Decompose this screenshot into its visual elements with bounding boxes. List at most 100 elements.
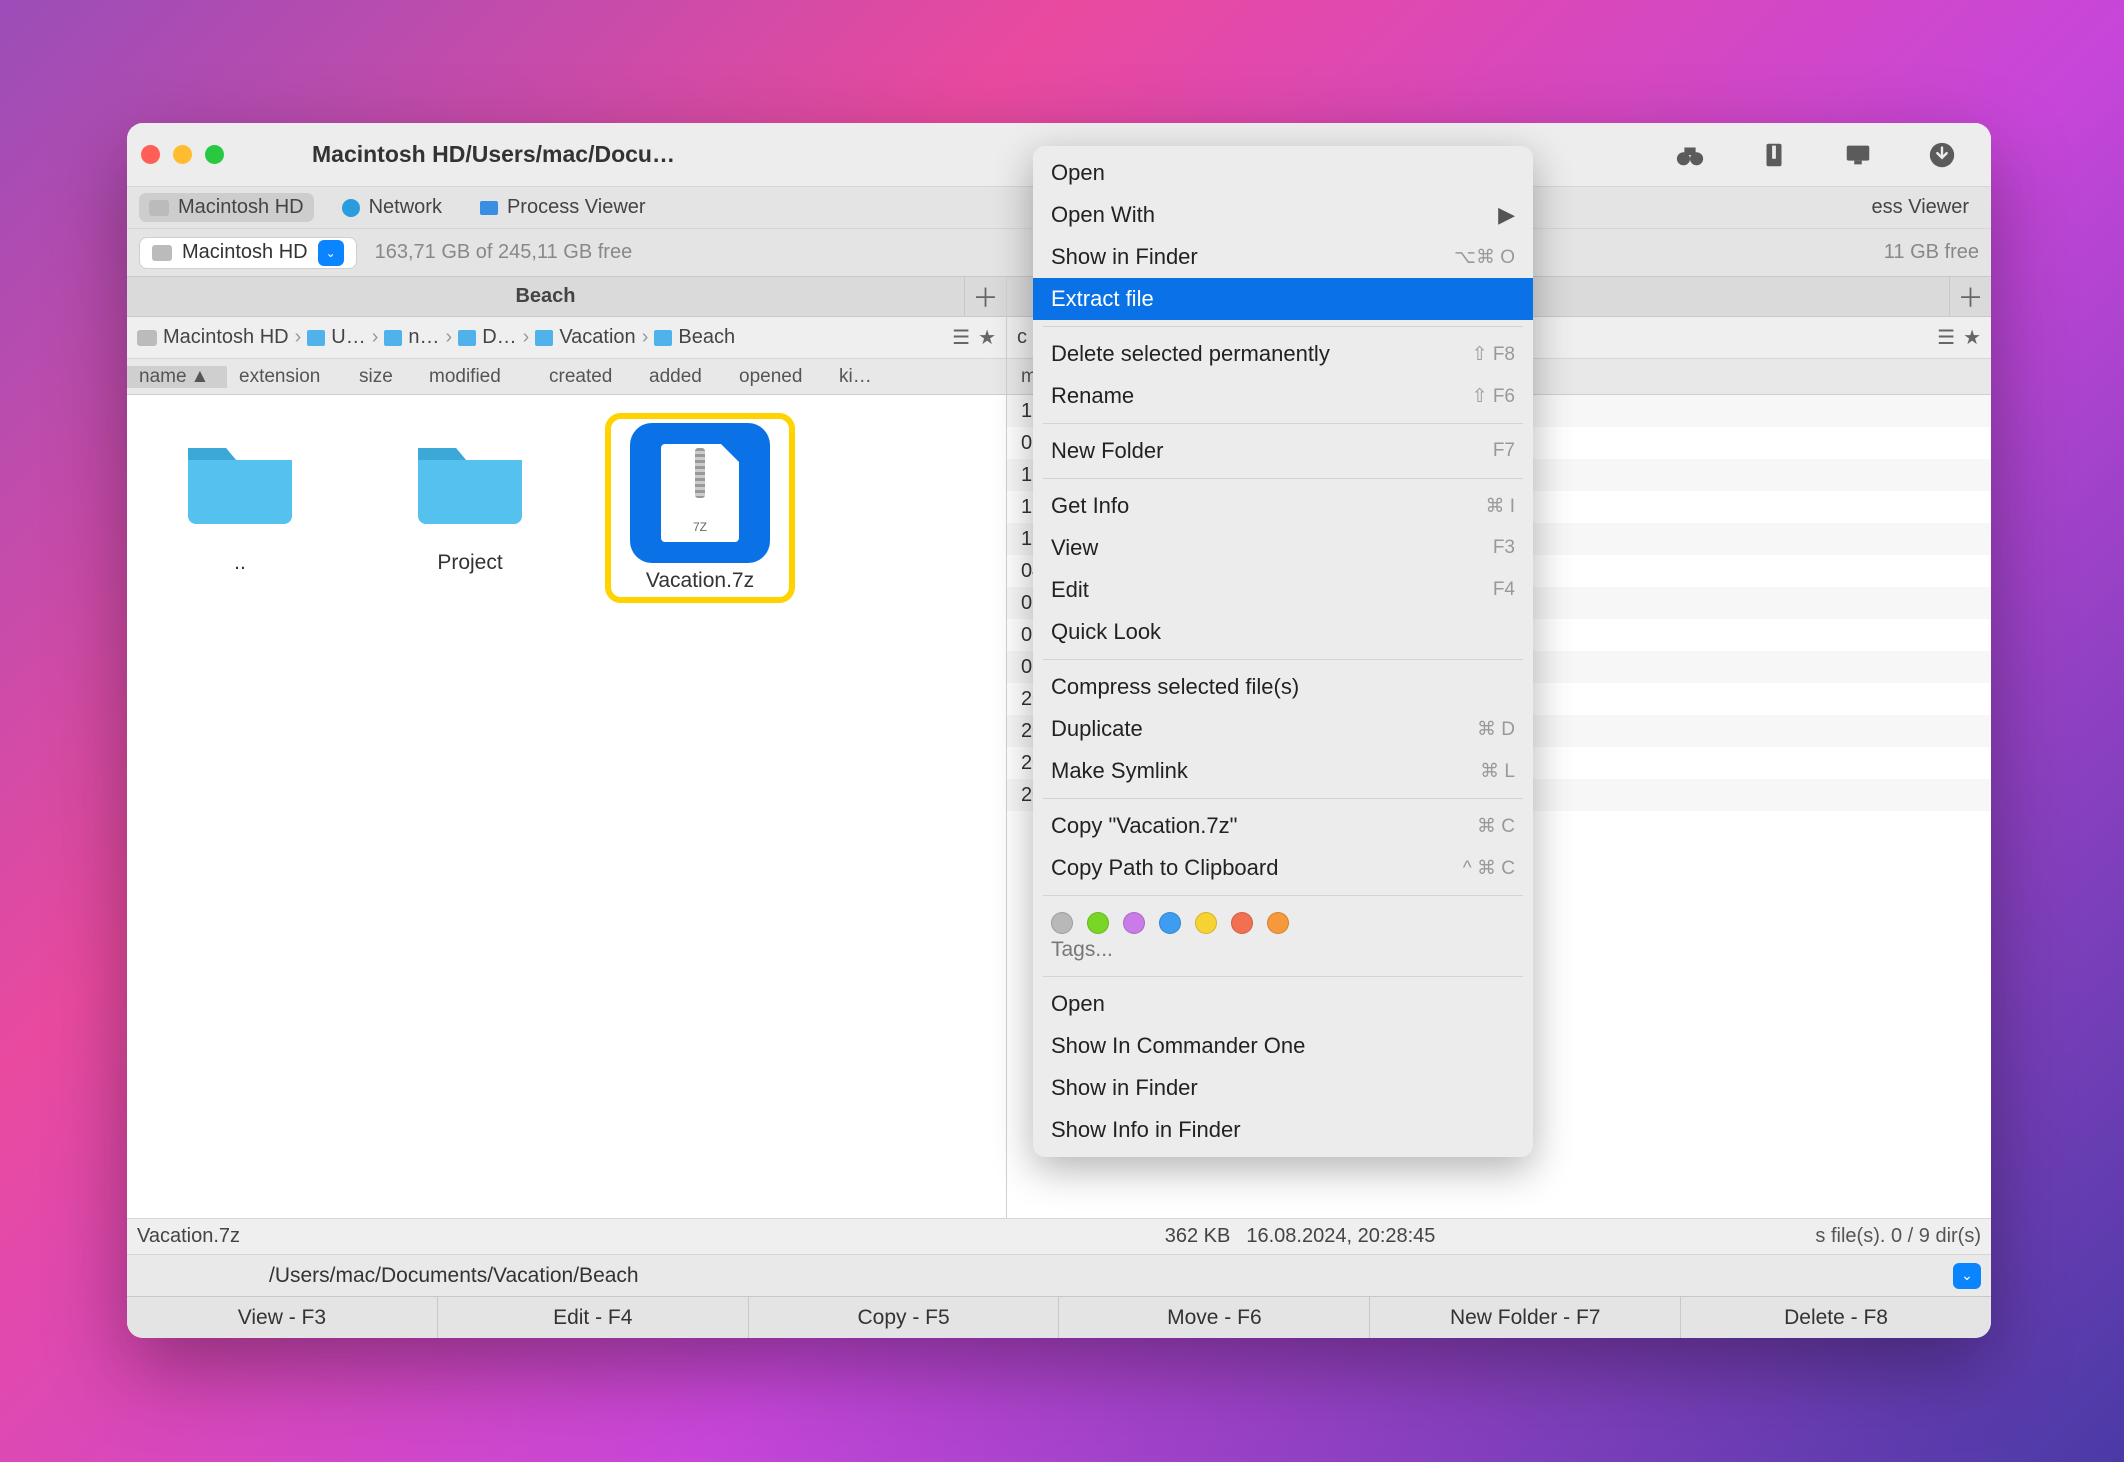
breadcrumb-item[interactable]: Vacation [559,326,635,349]
menu-item-label: Show in Finder [1051,244,1198,270]
favorite-macintosh-hd[interactable]: Macintosh HD [139,193,314,222]
tab-beach[interactable]: Beach [127,277,964,316]
menu-shortcut: ⌘ D [1477,718,1515,741]
column-header-created[interactable]: created [537,366,637,388]
menu-item-label: Delete selected permanently [1051,341,1330,367]
menu-shortcut: ⌘ C [1477,815,1515,838]
tab-add-button[interactable]: ＋ [1949,277,1991,316]
tag-color-dot[interactable] [1123,912,1145,934]
favorite-process-viewer-right[interactable]: ess Viewer [1862,193,1979,222]
menu-item[interactable]: Get Info⌘ I [1033,485,1533,527]
favorite-network[interactable]: Network [332,193,452,222]
menu-item-label: Show In Commander One [1051,1033,1305,1059]
left-column-headers: name ▲ extension size modified created a… [127,359,1006,395]
menu-item[interactable]: Show in Finder ⌥⌘ O [1033,236,1533,278]
column-header-size[interactable]: size [347,366,417,388]
copy-button[interactable]: Copy - F5 [749,1297,1060,1338]
menu-item[interactable]: EditF4 [1033,569,1533,611]
menu-item[interactable]: Quick Look [1033,611,1533,653]
chevron-down-icon[interactable]: ⌄ [318,240,344,266]
menu-shortcut: ⇧ F8 [1472,343,1515,366]
tag-color-dot[interactable] [1051,912,1073,934]
menu-item-label: Edit [1051,577,1089,603]
menu-item[interactable]: Show in Finder [1033,1067,1533,1109]
tag-color-dot[interactable] [1087,912,1109,934]
column-header-extension[interactable]: extension [227,366,347,388]
column-header-opened[interactable]: opened [727,366,827,388]
file-item-project[interactable]: Project [375,413,565,603]
delete-button[interactable]: Delete - F8 [1681,1297,1991,1338]
tag-color-dot[interactable] [1267,912,1289,934]
minimize-button[interactable] [173,145,192,164]
column-header-modified[interactable]: modified [417,366,537,388]
menu-item[interactable]: Open [1033,983,1533,1025]
menu-item[interactable]: Open [1033,152,1533,194]
folder-icon [410,428,530,528]
menu-separator [1043,895,1523,896]
tags-label[interactable]: Tags... [1033,938,1533,970]
menu-item[interactable]: ViewF3 [1033,527,1533,569]
breadcrumb-item[interactable]: n… [408,326,439,349]
menu-item[interactable]: Open With▶ [1033,194,1533,236]
traffic-lights [141,145,224,164]
menu-separator [1043,798,1523,799]
breadcrumb-item[interactable]: c [1017,326,1027,349]
tag-color-dot[interactable] [1195,912,1217,934]
menu-item-label: Get Info [1051,493,1129,519]
tag-color-dot[interactable] [1159,912,1181,934]
menu-item[interactable]: Duplicate⌘ D [1033,708,1533,750]
tag-colors [1033,902,1533,938]
volume-selector[interactable]: Macintosh HD ⌄ [139,237,357,269]
monitor-icon[interactable] [1843,140,1873,170]
chevron-down-icon[interactable]: ⌄ [1953,1263,1981,1289]
tag-color-dot[interactable] [1231,912,1253,934]
breadcrumb-item[interactable]: Macintosh HD [163,326,289,349]
column-header-name[interactable]: name ▲ [127,366,227,388]
folder-icon [535,330,553,346]
context-menu: OpenOpen With▶Show in Finder⌥⌘ OExtract … [1033,146,1533,1157]
file-label: .. [234,551,246,575]
menu-separator [1043,976,1523,977]
star-icon[interactable]: ★ [978,325,996,350]
menu-item[interactable]: Show Info in Finder [1033,1109,1533,1151]
breadcrumb-item[interactable]: Beach [678,326,735,349]
status-size: 362 KB [1165,1225,1231,1248]
move-button[interactable]: Move - F6 [1059,1297,1370,1338]
menu-item-label: New Folder [1051,438,1163,464]
menu-item[interactable]: Copy Path to Clipboard^ ⌘ C [1033,847,1533,889]
column-header-kind[interactable]: ki… [827,366,887,388]
tab-add-button[interactable]: ＋ [964,277,1006,316]
favorite-process-viewer[interactable]: Process Viewer [470,193,656,222]
new-folder-button[interactable]: New Folder - F7 [1370,1297,1681,1338]
edit-button[interactable]: Edit - F4 [438,1297,749,1338]
menu-item[interactable]: Extract file [1033,278,1533,320]
list-view-icon[interactable]: ☰ [1937,325,1955,350]
star-icon[interactable]: ★ [1963,325,1981,350]
file-item-parent[interactable]: .. [145,413,335,603]
close-button[interactable] [141,145,160,164]
list-view-icon[interactable]: ☰ [952,325,970,350]
path-text[interactable]: /Users/mac/Documents/Vacation/Beach [269,1264,639,1288]
favorite-label: Network [369,196,442,219]
menu-item[interactable]: Delete selected permanently ⇧ F8 [1033,333,1533,375]
breadcrumb-item[interactable]: D… [482,326,516,349]
binoculars-icon[interactable] [1675,140,1705,170]
nav-arrows [252,146,272,164]
menu-item[interactable]: New FolderF7 [1033,430,1533,472]
download-icon[interactable] [1927,140,1957,170]
left-icon-grid[interactable]: .. Project 7Z Vacation.7z [127,395,1006,1218]
menu-shortcut: ⌥⌘ O [1454,246,1515,269]
menu-item[interactable]: Copy "Vacation.7z"⌘ C [1033,805,1533,847]
menu-item-label: Quick Look [1051,619,1161,645]
menu-item[interactable]: Make Symlink⌘ L [1033,750,1533,792]
menu-item[interactable]: Rename⇧ F6 [1033,375,1533,417]
menu-item[interactable]: Compress selected file(s) [1033,666,1533,708]
view-button[interactable]: View - F3 [127,1297,438,1338]
menu-item[interactable]: Show In Commander One [1033,1025,1533,1067]
archive-icon[interactable] [1759,140,1789,170]
maximize-button[interactable] [205,145,224,164]
column-header-added[interactable]: added [637,366,727,388]
menu-separator [1043,659,1523,660]
breadcrumb-item[interactable]: U… [331,326,365,349]
file-item-vacation-7z[interactable]: 7Z Vacation.7z [605,413,795,603]
